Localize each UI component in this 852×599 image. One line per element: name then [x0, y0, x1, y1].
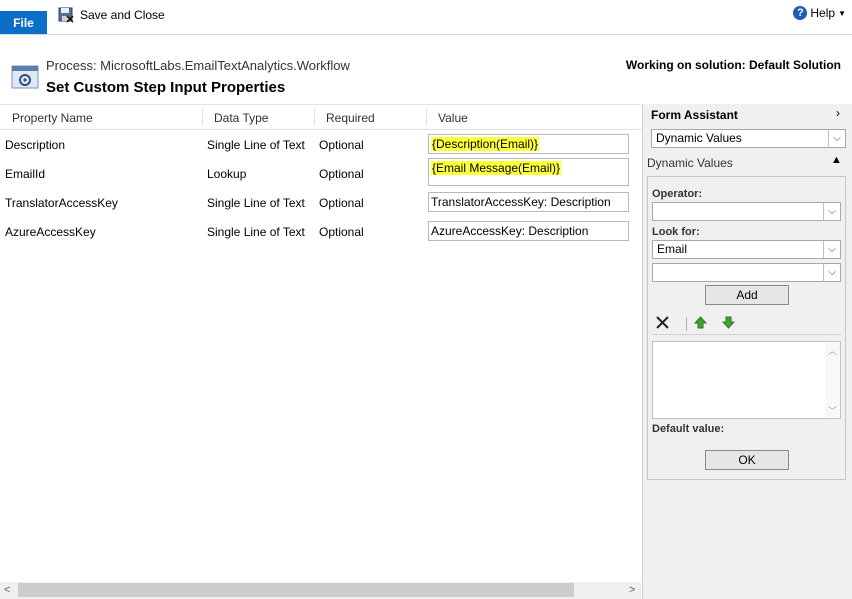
page-title: Set Custom Step Input Properties: [46, 79, 286, 96]
column-header-required[interactable]: Required: [326, 111, 375, 125]
save-and-close-button[interactable]: Save and Close: [58, 4, 165, 26]
chevron-right-icon[interactable]: ›: [836, 106, 840, 120]
chevron-down-icon: ⌵: [823, 203, 840, 220]
dynamic-values-list[interactable]: [652, 341, 841, 419]
chevron-down-icon: ⌵: [828, 130, 845, 147]
default-value-label: Default value:: [652, 423, 725, 435]
scroll-left-icon[interactable]: <: [4, 584, 10, 596]
value-field-description[interactable]: {Description(Email)}: [428, 134, 629, 154]
move-up-arrow-icon[interactable]: [694, 316, 707, 329]
column-divider: [426, 108, 427, 126]
value-field-emailid[interactable]: {Email Message(Email)}: [428, 158, 629, 186]
data-type-cell: Single Line of Text: [207, 138, 305, 152]
help-button[interactable]: ? Help ▼: [793, 6, 846, 20]
data-type-cell: Single Line of Text: [207, 225, 305, 239]
form-assistant-title: Form Assistant: [651, 108, 738, 122]
scroll-right-icon[interactable]: >: [629, 584, 635, 596]
chevron-down-icon: ▼: [838, 8, 846, 18]
save-close-icon: [58, 7, 74, 23]
required-cell: Optional: [319, 138, 364, 152]
field-select[interactable]: ⌵: [652, 263, 841, 282]
file-tab[interactable]: File: [0, 11, 47, 35]
process-gear-icon: [11, 65, 39, 89]
ok-button[interactable]: OK: [705, 450, 789, 470]
column-divider: [314, 108, 315, 126]
property-name-cell: Description: [5, 138, 66, 152]
property-name-cell: EmailId: [5, 167, 46, 181]
look-for-select[interactable]: Email ⌵: [652, 240, 841, 259]
ribbon-divider: [0, 34, 852, 35]
solution-indicator: Working on solution: Default Solution: [625, 58, 841, 72]
column-header-data-type[interactable]: Data Type: [214, 111, 268, 125]
process-name: Process: MicrosoftLabs.EmailTextAnalytic…: [46, 58, 350, 73]
value-field-azureaccesskey[interactable]: AzureAccessKey: Description: [428, 221, 629, 241]
scroll-down-icon[interactable]: ﹀: [828, 404, 837, 417]
dynamic-values-section-label: Dynamic Values: [647, 156, 733, 170]
toolbar-underline: [652, 334, 841, 335]
property-name-cell: AzureAccessKey: [5, 225, 96, 239]
data-type-cell: Lookup: [207, 167, 247, 181]
mode-select[interactable]: Dynamic Values ⌵: [651, 129, 846, 148]
chevron-down-icon: ⌵: [823, 264, 840, 281]
column-divider: [202, 108, 203, 126]
help-icon: ?: [793, 6, 808, 20]
collapse-up-icon[interactable]: ▲: [831, 154, 842, 166]
scrollbar-thumb[interactable]: [18, 583, 574, 597]
dynamic-value-token: {Email Message(Email)}: [431, 161, 562, 175]
operator-label: Operator:: [652, 188, 703, 200]
dynamic-value-token: {Description(Email)}: [431, 137, 540, 151]
value-field-translatoraccesskey[interactable]: TranslatorAccessKey: Description: [428, 192, 629, 212]
scroll-up-icon[interactable]: ︿: [828, 344, 837, 357]
delete-x-icon[interactable]: [656, 316, 669, 329]
help-label: Help: [810, 6, 836, 20]
column-header-value[interactable]: Value: [438, 111, 468, 125]
move-down-arrow-icon[interactable]: [722, 316, 735, 329]
data-type-cell: Single Line of Text: [207, 196, 305, 210]
add-button[interactable]: Add: [705, 285, 789, 305]
required-cell: Optional: [319, 225, 364, 239]
required-cell: Optional: [319, 167, 364, 181]
look-for-label: Look for:: [652, 226, 700, 238]
grid-header: Property Name Data Type Required Value: [0, 104, 641, 130]
operator-select[interactable]: ⌵: [652, 202, 841, 221]
mode-select-value: Dynamic Values: [656, 131, 742, 145]
chevron-down-icon: ⌵: [823, 241, 840, 258]
required-cell: Optional: [319, 196, 364, 210]
save-and-close-label: Save and Close: [80, 8, 165, 22]
column-header-property-name[interactable]: Property Name: [12, 111, 93, 125]
toolbar-divider: [686, 317, 687, 331]
look-for-select-value: Email: [657, 242, 688, 256]
property-name-cell: TranslatorAccessKey: [5, 196, 118, 210]
